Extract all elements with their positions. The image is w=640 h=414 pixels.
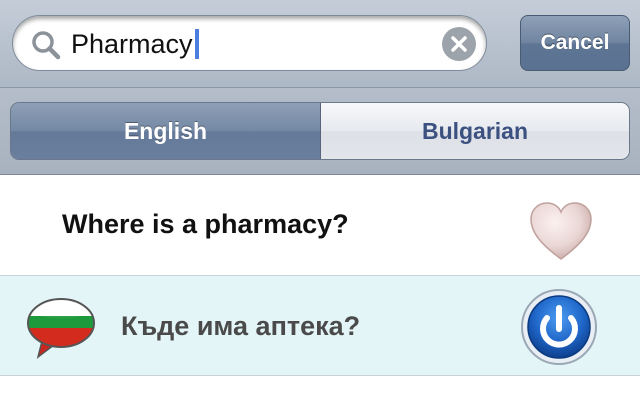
clear-icon: [451, 36, 467, 52]
search-field[interactable]: Pharmacy: [12, 15, 487, 71]
bulgarian-phrase-row[interactable]: Къде има аптека?: [0, 276, 640, 376]
heart-icon[interactable]: [528, 201, 594, 263]
search-query-text: Pharmacy: [71, 29, 193, 59]
power-play-icon[interactable]: [520, 288, 598, 366]
cancel-button[interactable]: Cancel: [520, 15, 630, 71]
clear-button[interactable]: [442, 27, 476, 61]
bulgarian-phrase-text: Къде има аптека?: [121, 311, 361, 341]
segment-bulgarian[interactable]: Bulgarian: [321, 103, 629, 159]
language-selector-bar: English Bulgarian: [0, 88, 640, 175]
segment-english[interactable]: English: [11, 103, 321, 159]
english-phrase-text: Where is a pharmacy?: [62, 209, 349, 239]
search-input[interactable]: Pharmacy: [71, 28, 199, 60]
bulgarian-flag-bubble-icon: [27, 298, 95, 359]
text-caret: [194, 29, 199, 59]
search-icon: [32, 31, 61, 60]
english-phrase-row[interactable]: Where is a pharmacy?: [0, 175, 640, 276]
language-segmented-control: English Bulgarian: [10, 102, 630, 160]
search-bar: Pharmacy Cancel: [0, 0, 640, 88]
